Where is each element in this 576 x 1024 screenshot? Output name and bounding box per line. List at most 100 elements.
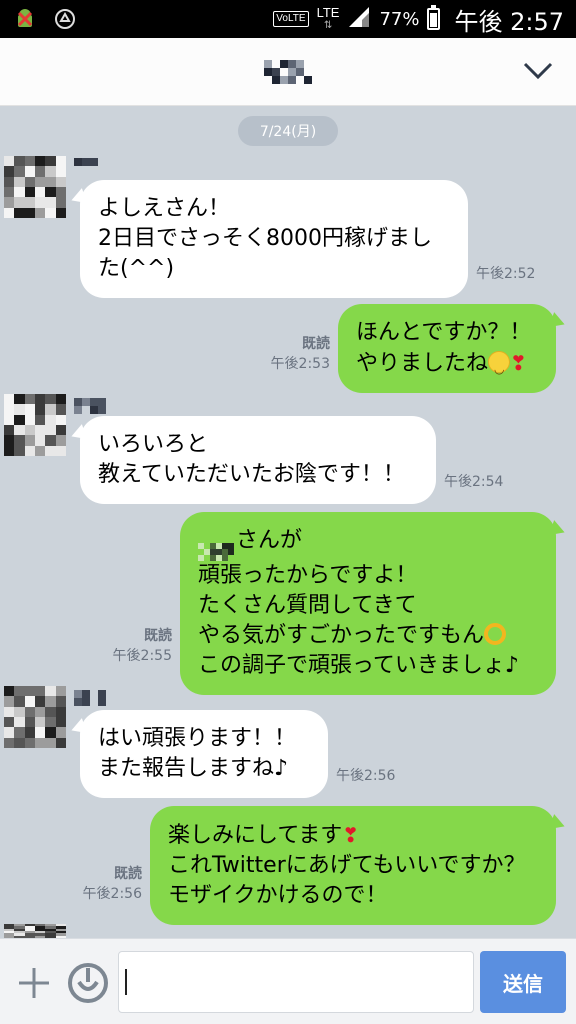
mosaic-cell [4, 394, 15, 405]
status-notifications [12, 6, 78, 32]
mosaic-cell [4, 207, 15, 218]
mosaic-cell [14, 706, 25, 717]
mosaic-cell [14, 156, 25, 167]
mosaic-cell [14, 207, 25, 218]
mosaic-cell [24, 696, 35, 707]
mosaic-cell [55, 394, 66, 405]
mosaic-cell [264, 59, 272, 68]
avatar[interactable] [4, 686, 66, 748]
message-time: 午後2:56 [82, 886, 142, 902]
mosaic-cell [4, 737, 15, 748]
mosaic-cell [14, 727, 25, 738]
mosaic-cell [45, 445, 56, 456]
message-input[interactable] [118, 951, 474, 1013]
message-line: たくさん質問してきて [198, 593, 417, 618]
mosaic-cell [4, 696, 15, 707]
volte-badge: VoLTE [273, 11, 309, 27]
mosaic-cell [74, 406, 82, 414]
contact-name-mosaic [264, 59, 312, 84]
mosaic-cell [82, 158, 90, 166]
mosaic-cell [55, 197, 66, 208]
message-line: モザイクかけるので！ [168, 883, 388, 908]
mosaic-cell [4, 716, 15, 728]
message-line: 教えていただいたお陰です！！ [98, 462, 405, 487]
mosaic-cell [280, 75, 288, 84]
mosaic-cell [14, 716, 25, 728]
chevron-down-icon[interactable] [520, 56, 556, 86]
mosaic-cell [4, 414, 15, 425]
mosaic-cell [14, 696, 25, 707]
status-clock: 午後 2:57 [454, 7, 564, 36]
message-line: た(^^) [98, 256, 175, 281]
mosaic-cell [55, 445, 66, 456]
mosaic-cell [74, 698, 82, 706]
incoming-message-bubble[interactable]: よしえさん！ 2日目でさっそく8000円稼げまし た(^^) [80, 180, 468, 298]
sender-name-mosaic [74, 158, 106, 174]
text-caret [125, 969, 127, 995]
read-receipt: 既読 [114, 866, 142, 882]
send-button[interactable]: 送信 [480, 951, 566, 1013]
avatar[interactable] [4, 156, 66, 218]
avatar[interactable] [4, 924, 66, 938]
mosaic-cell [24, 424, 35, 436]
incoming-message-bubble[interactable]: はい頑張ります！！ また報告しますね♪ [80, 710, 328, 798]
mosaic-cell [264, 75, 272, 84]
recycle-icon [52, 6, 78, 32]
mosaic-cell [98, 166, 106, 174]
mosaic-cell [14, 394, 25, 405]
name-mosaic [198, 543, 234, 561]
sticker-button[interactable] [66, 961, 110, 1005]
mosaic-cell [4, 445, 15, 456]
mosaic-cell [14, 166, 25, 177]
mosaic-cell [34, 737, 46, 748]
message-line: はい頑張ります！！ [98, 726, 297, 751]
mosaic-cell [74, 158, 82, 166]
mosaic-cell [272, 67, 280, 76]
mosaic-cell [280, 59, 288, 68]
avatar[interactable] [4, 394, 66, 456]
message-line: やりましたね ❣ [356, 348, 538, 384]
mosaic-cell [45, 435, 56, 446]
mosaic-cell [98, 158, 106, 166]
mosaic-cell [55, 706, 66, 717]
mosaic-cell [24, 445, 35, 456]
mosaic-cell [45, 176, 56, 187]
mosaic-cell [34, 186, 46, 198]
plus-icon [19, 968, 49, 998]
mosaic-cell [55, 696, 66, 707]
mosaic-cell [45, 696, 56, 707]
message-line: 2日目でさっそく8000円稼げまし [98, 226, 432, 251]
message-line: やる気がすごかったですもん [198, 621, 538, 651]
mosaic-cell [24, 207, 35, 218]
mosaic-cell [288, 75, 296, 84]
add-attachment-button[interactable] [14, 963, 54, 1003]
chat-area[interactable]: 7/24(月) よしえさん！ 2日目でさっそく8000円稼げまし た(^^) 午… [0, 106, 576, 938]
mosaic-cell [264, 67, 272, 76]
mosaic-cell [24, 727, 35, 738]
message-time: 午後2:53 [270, 356, 330, 372]
mosaic-cell [34, 176, 46, 187]
mosaic-cell [82, 406, 90, 414]
lte-indicator: LTE ⇅ [317, 6, 340, 32]
outgoing-message-bubble[interactable]: さんが 頑張ったからですよ！ たくさん質問してきて やる気がすごかったですもん … [180, 512, 556, 695]
mosaic-cell [304, 67, 312, 76]
message-time: 午後2:55 [112, 648, 172, 664]
mosaic-cell [34, 716, 46, 728]
mosaic-cell [45, 207, 56, 218]
mosaic-cell [55, 424, 66, 436]
mosaic-cell [45, 197, 56, 208]
incoming-message-bubble[interactable]: いろいろと 教えていただいたお陰です！！ [80, 416, 436, 504]
mosaic-cell [45, 186, 56, 198]
mosaic-cell [34, 414, 46, 425]
outgoing-message-bubble[interactable]: 楽しみにしてます❣ これTwitterにあげてもいいですか？ モザイクかけるので… [150, 806, 556, 925]
mosaic-cell [304, 75, 312, 84]
message-meta: 既読 午後2:53 [262, 334, 330, 374]
mosaic-cell [24, 716, 35, 728]
mosaic-cell [74, 690, 82, 698]
mosaic-cell [288, 59, 296, 68]
mosaic-cell [98, 398, 106, 406]
sender-name-mosaic [74, 398, 106, 414]
outgoing-message-bubble[interactable]: ほんとですか？！ やりましたね ❣ [338, 304, 556, 393]
message-text: やる気がすごかったですもん [198, 623, 485, 648]
message-meta: 午後2:56 [336, 766, 395, 786]
